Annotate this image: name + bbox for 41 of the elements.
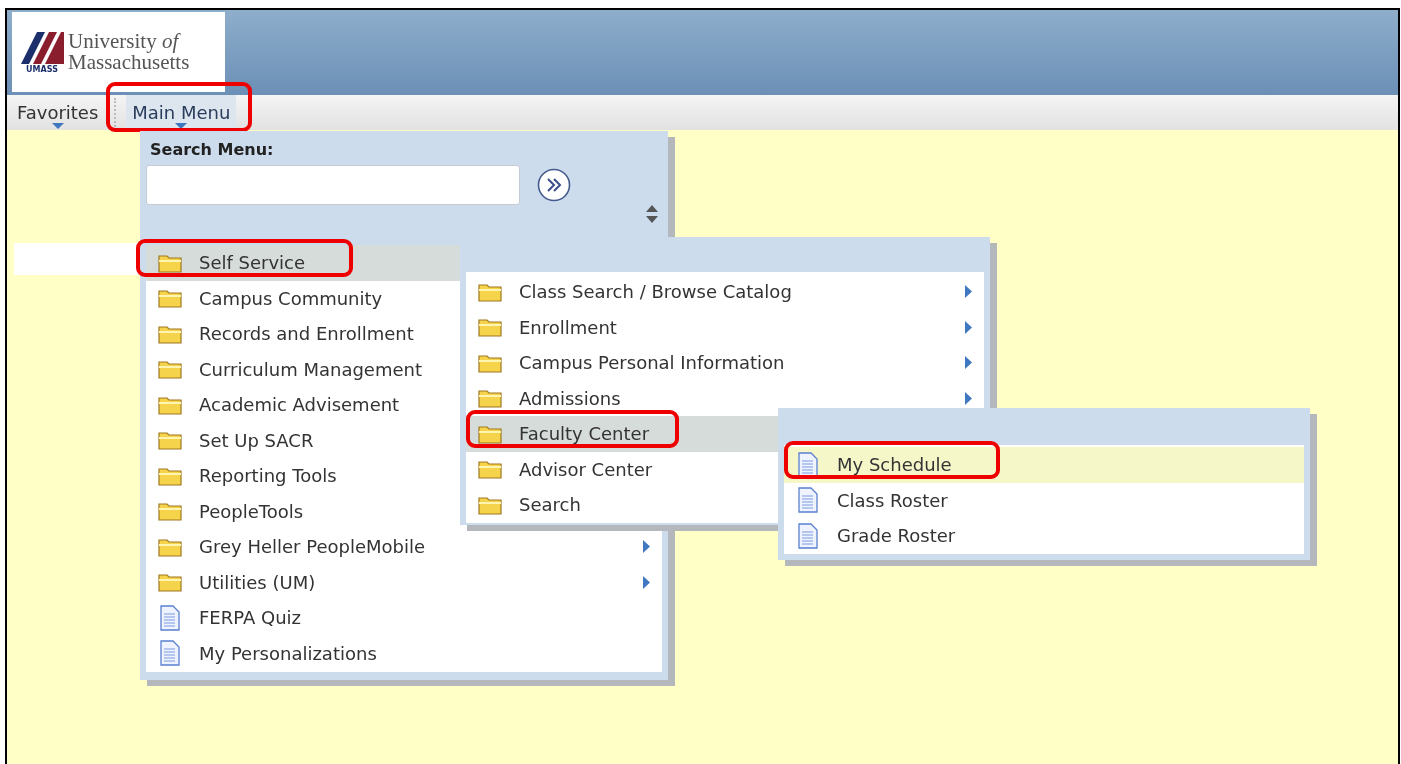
folder-icon bbox=[158, 394, 182, 415]
logo-title: University of bbox=[68, 31, 182, 52]
menu-tab[interactable]: Main Menu bbox=[126, 95, 237, 130]
folder-icon bbox=[158, 359, 182, 380]
menu-item[interactable]: My Schedule bbox=[784, 447, 1304, 483]
menu-item[interactable]: Grade Roster bbox=[784, 518, 1304, 554]
logo-mark-icon bbox=[19, 30, 65, 66]
go-button-icon[interactable] bbox=[537, 168, 571, 202]
folder-icon bbox=[478, 352, 502, 373]
folder-icon bbox=[158, 323, 182, 344]
folder-icon bbox=[478, 281, 502, 302]
document-icon bbox=[798, 522, 818, 549]
document-icon bbox=[798, 487, 818, 514]
folder-icon bbox=[158, 252, 182, 273]
folder-icon bbox=[478, 423, 502, 444]
menu-item[interactable]: Class Roster bbox=[784, 482, 1304, 518]
search-label: Search Menu: bbox=[149, 139, 275, 159]
folder-icon bbox=[158, 288, 182, 309]
search-field[interactable] bbox=[146, 165, 520, 205]
folder-icon bbox=[478, 317, 502, 338]
document-icon bbox=[160, 640, 180, 667]
folder-icon bbox=[478, 388, 502, 409]
menu-item[interactable]: FERPA Quiz bbox=[146, 600, 662, 636]
folder-icon bbox=[158, 465, 182, 486]
logo-text: UMASS bbox=[26, 66, 58, 74]
sort-arrows-icon[interactable] bbox=[646, 205, 658, 223]
menu-item[interactable]: Utilities (UM) bbox=[146, 564, 662, 600]
document-icon bbox=[798, 451, 818, 478]
folder-icon bbox=[158, 572, 182, 593]
logo-title: Massachusetts bbox=[68, 52, 190, 73]
document-icon bbox=[160, 604, 180, 631]
folder-icon bbox=[158, 536, 182, 557]
menu-item[interactable]: Campus Personal Information bbox=[466, 345, 984, 381]
folder-icon bbox=[478, 459, 502, 480]
menu-item[interactable]: Grey Heller PeopleMobile bbox=[146, 529, 662, 565]
folder-icon bbox=[158, 430, 182, 451]
folder-icon bbox=[158, 501, 182, 522]
menu-item[interactable]: Enrollment bbox=[466, 309, 984, 345]
menu-tab[interactable]: Favorites bbox=[11, 95, 105, 130]
folder-icon bbox=[478, 494, 502, 515]
menu-item[interactable]: My Personalizations bbox=[146, 635, 662, 671]
